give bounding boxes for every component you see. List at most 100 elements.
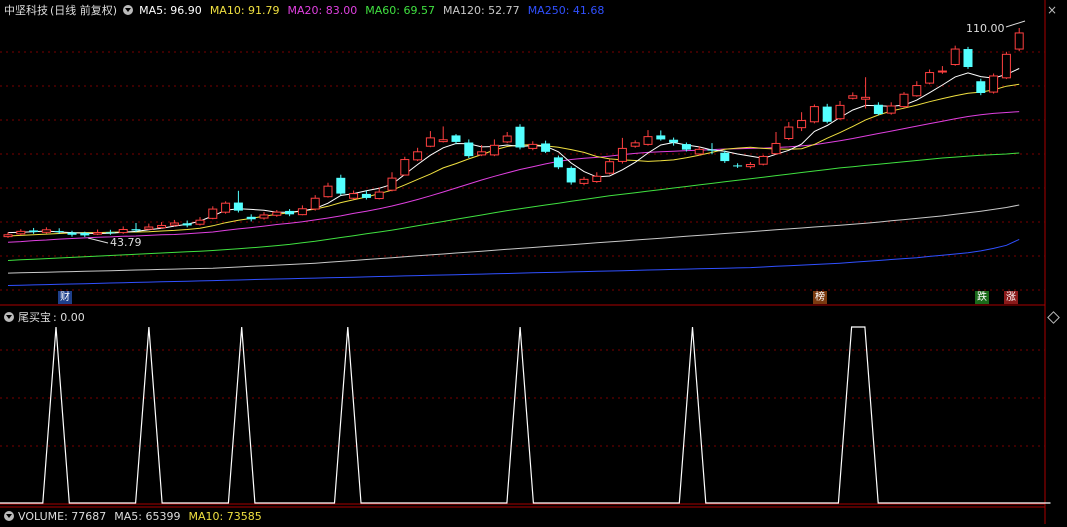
candlestick-series[interactable] xyxy=(3,28,1024,238)
candle xyxy=(221,201,231,214)
chevron-down-icon[interactable] xyxy=(4,511,14,521)
candle xyxy=(195,217,205,226)
candle-body xyxy=(323,185,333,198)
candle-body xyxy=(733,165,743,167)
candle-body xyxy=(464,142,474,157)
high-price-pointer xyxy=(1005,20,1026,28)
candle-body xyxy=(105,232,115,234)
indicator-name: 尾买宝 xyxy=(18,311,51,324)
candle xyxy=(963,46,973,69)
candle-body xyxy=(809,106,819,123)
event-badge-finance[interactable]: 财 xyxy=(58,291,72,304)
candle xyxy=(246,214,256,222)
candle-body xyxy=(451,135,461,142)
candle xyxy=(937,66,947,74)
candle-body xyxy=(3,234,13,238)
candle-body xyxy=(297,208,307,216)
stock-chart[interactable]: 110.00 43.79 中坚科技 (日线 前复权) MA5: 96.90 MA… xyxy=(0,0,1067,524)
candle-body xyxy=(438,139,448,143)
candle xyxy=(489,139,499,157)
ma250-readout: MA250: 41.68 xyxy=(527,3,605,17)
candle xyxy=(3,232,13,238)
candle xyxy=(656,130,666,141)
candle-body xyxy=(182,223,192,226)
candle-body xyxy=(477,151,487,156)
candle-body xyxy=(489,144,499,156)
ma60-line xyxy=(7,152,1020,261)
candle xyxy=(400,156,410,176)
candle xyxy=(502,132,512,144)
candle-body xyxy=(80,232,90,236)
chart-canvas[interactable]: 110.00 43.79 xyxy=(0,0,1067,524)
ma10-line xyxy=(7,83,1020,237)
candle xyxy=(835,101,845,120)
candle xyxy=(118,226,128,234)
candle-body xyxy=(29,230,39,232)
candle xyxy=(809,104,819,124)
candle-body xyxy=(656,135,666,140)
candle-body xyxy=(822,106,832,122)
candle xyxy=(336,174,346,196)
candle-body xyxy=(259,214,269,219)
candle xyxy=(643,130,653,146)
candle xyxy=(925,69,935,85)
candle xyxy=(541,140,551,154)
chevron-down-icon[interactable] xyxy=(4,312,14,322)
candle xyxy=(16,229,26,236)
candle-body xyxy=(1014,32,1024,50)
candle-body xyxy=(336,177,346,194)
candle xyxy=(797,112,807,132)
candle xyxy=(720,150,730,163)
candle-body xyxy=(233,202,243,211)
event-badge-list[interactable]: 榜 xyxy=(813,291,827,304)
candle-body xyxy=(374,191,384,200)
candle-body xyxy=(131,229,141,231)
candle xyxy=(464,139,474,158)
candle xyxy=(387,172,397,192)
candle-body xyxy=(566,167,576,183)
candle-body xyxy=(528,143,538,149)
candle-body xyxy=(605,161,615,174)
candle-body xyxy=(886,105,896,114)
candle xyxy=(169,219,179,227)
event-badge-fall[interactable]: 跌 xyxy=(975,291,989,304)
candle-body xyxy=(771,142,781,155)
candle xyxy=(989,73,999,94)
candle xyxy=(976,78,986,96)
candle-body xyxy=(349,193,359,199)
candle-body xyxy=(937,70,947,73)
chevron-down-icon[interactable] xyxy=(123,5,134,15)
indicator-value: : 0.00 xyxy=(53,310,85,324)
candle-body xyxy=(515,126,525,148)
close-icon[interactable]: × xyxy=(1046,4,1058,16)
ma20-line xyxy=(7,111,1020,243)
candle-body xyxy=(285,210,295,215)
ma5-readout: MA5: 96.90 xyxy=(139,3,202,17)
candle xyxy=(886,102,896,115)
candle-body xyxy=(873,104,883,115)
candle xyxy=(259,212,269,220)
candle xyxy=(950,45,960,66)
candle-body xyxy=(41,229,51,233)
candle xyxy=(1014,28,1024,52)
volume-readout: VOLUME: 77687 xyxy=(18,509,107,523)
candle-body xyxy=(502,135,512,143)
event-badge-rise[interactable]: 涨 xyxy=(1004,291,1018,304)
candle-body xyxy=(643,136,653,145)
candle xyxy=(451,134,461,145)
candle-body xyxy=(592,175,602,183)
candle-body xyxy=(54,231,64,233)
ma10-readout: MA10: 91.79 xyxy=(209,3,280,17)
candle xyxy=(784,122,794,141)
candle-body xyxy=(899,93,909,108)
volume-ma5-readout: MA5: 65399 xyxy=(114,509,181,523)
candle-body xyxy=(169,222,179,226)
candle-body xyxy=(579,178,589,184)
candle-body xyxy=(681,144,691,150)
volume-header: VOLUME: 77687 MA5: 65399 MA10: 73585 xyxy=(4,508,270,524)
ma5-line xyxy=(7,68,1020,235)
candle xyxy=(29,227,39,234)
candle-body xyxy=(989,75,999,93)
candle xyxy=(822,103,832,124)
low-price-pointer xyxy=(87,237,109,244)
